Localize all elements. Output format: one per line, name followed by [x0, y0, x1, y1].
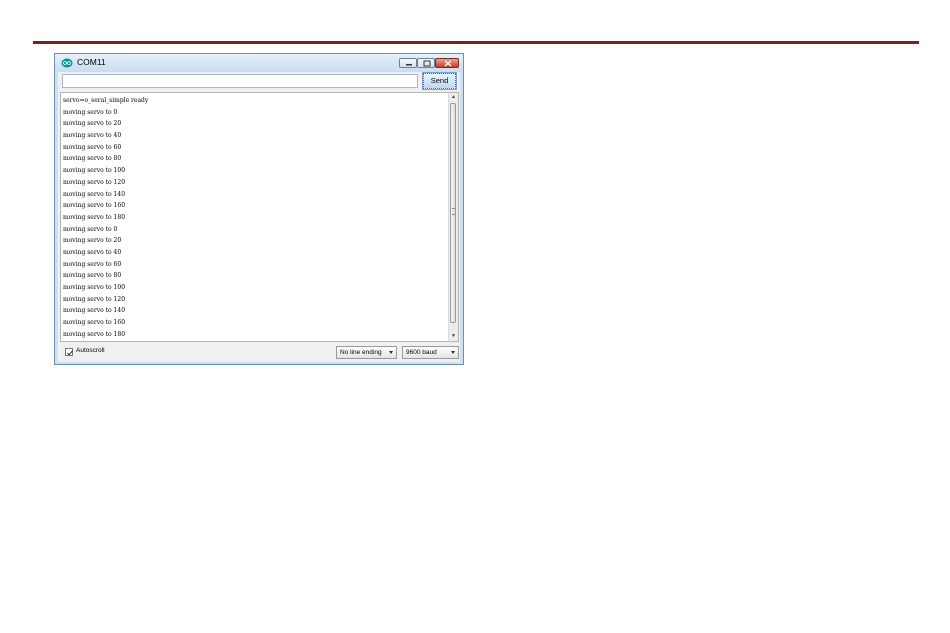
autoscroll-label: Autoscroll: [76, 347, 105, 354]
serial-output-area[interactable]: servo=o_seral_simple ready moving servo …: [60, 92, 459, 342]
output-line: moving servo to 0: [63, 225, 118, 233]
output-line: moving servo to 80: [63, 272, 122, 280]
send-button[interactable]: Send: [422, 72, 457, 90]
grip-icon: [452, 208, 455, 215]
output-line: moving servo to 60: [63, 260, 122, 268]
output-line: moving servo to 120: [63, 295, 126, 303]
maximize-button[interactable]: [417, 58, 435, 68]
top-rule: [33, 41, 919, 44]
baud-rate-select[interactable]: 9600 baud: [402, 346, 459, 359]
output-line: moving servo to 100: [63, 284, 126, 291]
minimize-button[interactable]: [399, 58, 417, 68]
close-button[interactable]: [435, 58, 459, 68]
checkmark-icon: [67, 350, 73, 356]
maximize-icon: [423, 60, 431, 67]
output-lines: servo=o_seral_simple ready moving servo …: [63, 95, 148, 340]
output-line: moving servo to 80: [63, 155, 122, 163]
line-ending-select[interactable]: No line ending: [336, 346, 397, 359]
output-line: moving servo to 120: [63, 178, 126, 186]
output-line: moving servo to 180: [63, 330, 126, 338]
autoscroll-checkbox[interactable]: [65, 348, 73, 356]
output-line: moving servo to 20: [63, 237, 122, 245]
output-line: moving servo to 100: [63, 167, 126, 175]
serial-monitor-body: Send servo=o_seral_simple ready moving s…: [58, 72, 460, 362]
output-line: moving servo to 60: [63, 143, 122, 151]
output-line: moving servo to 180: [63, 213, 126, 221]
output-line: moving servo to 160: [63, 319, 126, 327]
line-ending-value: No line ending: [340, 349, 382, 356]
status-bar: Autoscroll No line ending 9600 baud: [58, 344, 460, 362]
chevron-down-icon: [451, 351, 455, 354]
serial-input-field[interactable]: [62, 74, 418, 88]
arduino-icon: [61, 58, 73, 68]
vertical-scrollbar[interactable]: ▲ ▼: [448, 93, 458, 341]
minimize-icon: [406, 64, 412, 66]
scroll-up-icon[interactable]: ▲: [449, 93, 458, 102]
output-line: moving servo to 140: [63, 307, 126, 315]
close-icon: [444, 60, 452, 67]
output-line: moving servo to 40: [63, 132, 122, 140]
window-title: COM11: [77, 57, 106, 67]
baud-rate-value: 9600 baud: [406, 349, 437, 356]
serial-monitor-window: COM11 Send servo=o_seral_simple ready mo…: [54, 53, 464, 365]
output-line: moving servo to 140: [63, 190, 126, 198]
scroll-down-icon[interactable]: ▼: [449, 332, 458, 341]
output-line: servo=o_seral_simple ready: [63, 97, 149, 104]
output-line: moving servo to 20: [63, 120, 122, 128]
output-line: moving servo to 40: [63, 248, 122, 256]
output-line: moving servo to 0: [63, 108, 118, 116]
chevron-down-icon: [389, 351, 393, 354]
scrollbar-thumb[interactable]: [450, 103, 456, 323]
output-line: moving servo to 160: [63, 202, 126, 210]
title-bar[interactable]: COM11: [55, 54, 463, 72]
